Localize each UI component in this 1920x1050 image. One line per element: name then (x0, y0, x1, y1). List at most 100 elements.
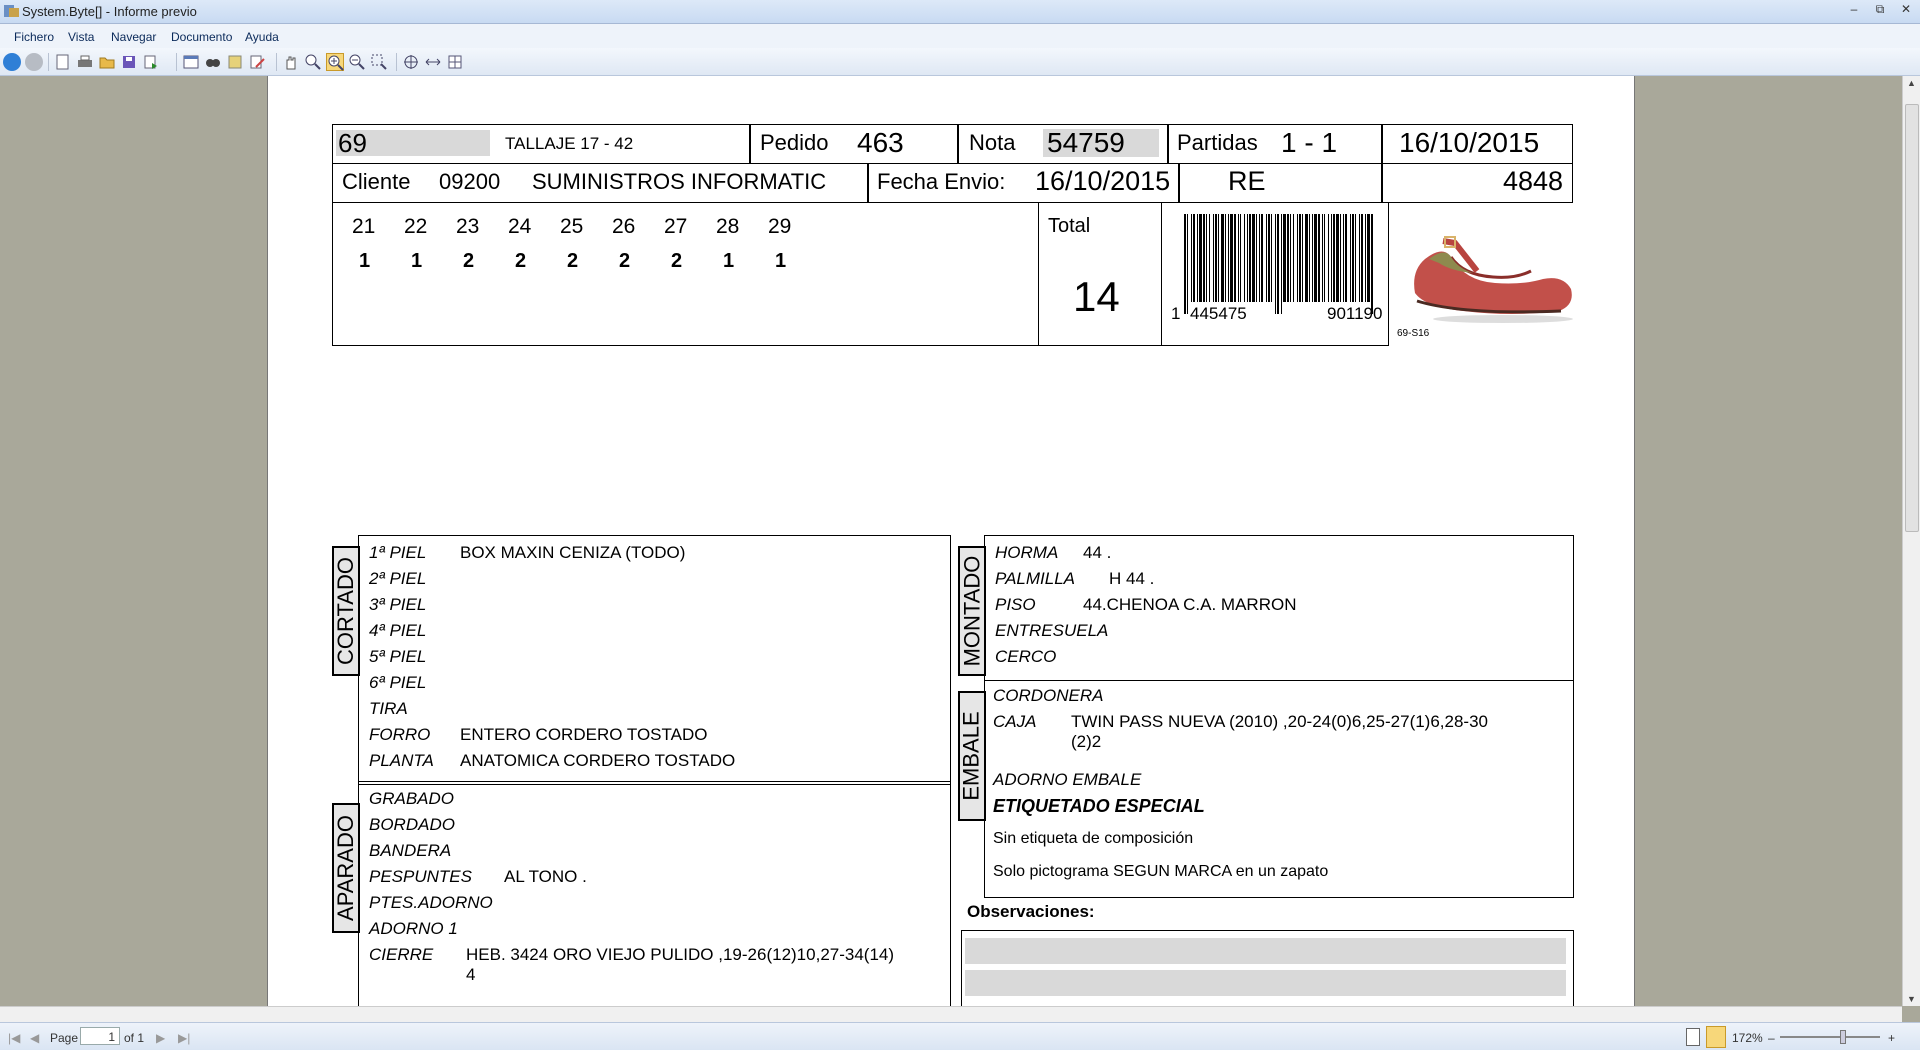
scrollbar-thumb[interactable] (1905, 104, 1919, 532)
continuous-view-icon[interactable] (1706, 1026, 1726, 1048)
zoom-in-button[interactable]: + (1888, 1031, 1895, 1045)
close-button[interactable]: ✕ (1898, 2, 1914, 17)
zoom-slider[interactable] (1780, 1036, 1880, 1038)
report-page: 69 TALLAJE 17 - 42 Pedido 463 Nota 54759… (267, 76, 1635, 1006)
menu-vista[interactable]: Vista (68, 30, 94, 44)
aparado-row-value: AL TONO . (504, 867, 587, 886)
barcode-bar (1230, 214, 1233, 302)
barcode-bar (1305, 214, 1308, 302)
barcode-bar (1371, 214, 1373, 314)
zoom-out-button[interactable]: – (1768, 1031, 1775, 1045)
aparado-tab: APARADO (332, 803, 360, 933)
barcode-bar (1193, 214, 1195, 302)
montado-tab: MONTADO (958, 546, 986, 676)
zoom-rect-icon[interactable] (370, 53, 388, 71)
size-label: 21 (352, 215, 376, 238)
back-icon[interactable] (3, 53, 21, 71)
hand-tool-icon[interactable] (282, 53, 300, 71)
size-label: 28 (716, 215, 740, 238)
menu-ayuda[interactable]: Ayuda (245, 30, 279, 44)
zoom-icon[interactable] (304, 53, 322, 71)
barcode-bar (1340, 214, 1341, 302)
size-label: 25 (560, 215, 584, 238)
multi-page-icon[interactable] (446, 53, 464, 71)
barcode-bar (1283, 214, 1286, 302)
export-icon[interactable] (142, 53, 160, 71)
observaciones-label: Observaciones: (967, 902, 1095, 921)
minimize-button[interactable]: – (1846, 2, 1862, 17)
fit-width-icon[interactable] (424, 53, 442, 71)
aparado-row-label: PESPUNTES (369, 867, 472, 886)
forward-icon[interactable] (25, 53, 43, 71)
aparado-row-label: GRABADO (369, 789, 455, 808)
barcode-bar (1234, 214, 1236, 302)
pedido-value: 463 (857, 127, 904, 158)
find-icon[interactable] (204, 53, 222, 71)
edit-icon[interactable] (248, 53, 266, 71)
cortado-row-label: 3ª PIEL (369, 595, 427, 614)
zoom-level: 172% (1732, 1031, 1763, 1045)
scroll-down-icon[interactable]: ▼ (1907, 994, 1916, 1004)
scroll-up-icon[interactable]: ▲ (1907, 78, 1916, 88)
zoom-out-icon[interactable] (348, 53, 366, 71)
next-page-icon[interactable]: ▶ (156, 1031, 165, 1045)
cordonera-label: CORDONERA (993, 686, 1104, 705)
save-icon[interactable] (120, 53, 138, 71)
barcode-bar (1203, 214, 1205, 302)
restore-button[interactable]: ⧉ (1872, 2, 1888, 17)
barcode-bar (1268, 214, 1270, 302)
page-of-label: of 1 (124, 1031, 145, 1045)
barcode-bar (1259, 214, 1260, 302)
print-icon[interactable] (76, 53, 94, 71)
menu-documento[interactable]: Documento (171, 30, 232, 44)
menu-bar: Fichero Vista Navegar Documento Ayuda (0, 24, 1920, 48)
fecha-envio-label: Fecha Envio: (877, 169, 1006, 194)
barcode-bar (1218, 214, 1219, 302)
cortado-row-label: PLANTA (369, 751, 434, 770)
fit-page-icon[interactable] (402, 53, 420, 71)
barcode-bar (1252, 214, 1255, 302)
page-setup-icon[interactable] (182, 53, 200, 71)
size-quantity: 2 (463, 250, 475, 272)
barcode-bar (1197, 214, 1198, 302)
barcode-icon (1184, 214, 1373, 314)
barcode-bar (1343, 214, 1344, 302)
barcode-bar (1309, 214, 1310, 302)
menu-navegar[interactable]: Navegar (111, 30, 156, 44)
barcode-bar (1297, 214, 1298, 302)
page-number-input[interactable]: 1 (80, 1027, 120, 1045)
barcode-bar (1271, 214, 1272, 302)
zoom-slider-thumb[interactable] (1840, 1030, 1846, 1044)
size-quantity: 1 (723, 250, 735, 272)
last-page-icon[interactable]: ▶| (178, 1031, 190, 1045)
barcode-bar (1302, 214, 1303, 302)
barcode-bar (1206, 214, 1207, 302)
barcode-left-digits: 445475 (1190, 304, 1247, 323)
vertical-scrollbar[interactable]: ▲ ▼ (1902, 76, 1920, 1006)
barcode-bar (1352, 214, 1354, 302)
montado-row-label: ENTRESUELA (995, 621, 1109, 640)
barcode-bar (1350, 214, 1351, 302)
prev-page-icon[interactable]: ◀ (30, 1031, 39, 1045)
size-quantity: 1 (775, 250, 787, 272)
cortado-row-label: TIRA (369, 699, 408, 718)
barcode-bar (1314, 214, 1317, 302)
cortado-row-label: FORRO (369, 725, 431, 744)
size-quantity: 1 (411, 250, 423, 272)
single-page-view-icon[interactable] (1686, 1028, 1700, 1046)
barcode-first-digit: 1 (1171, 304, 1181, 323)
aparado-row-label: ADORNO 1 (369, 919, 458, 938)
horizontal-scrollbar[interactable] (0, 1006, 1902, 1022)
size-label: 22 (404, 215, 428, 238)
refresh-icon[interactable] (226, 53, 244, 71)
aparado-row-label: PTES.ADORNO (369, 893, 493, 912)
first-page-icon[interactable]: |◀ (8, 1031, 20, 1045)
new-document-icon[interactable] (54, 53, 72, 71)
open-folder-icon[interactable] (98, 53, 116, 71)
re-value: RE (1228, 166, 1266, 196)
barcode-bar (1355, 214, 1356, 302)
menu-fichero[interactable]: Fichero (14, 30, 54, 44)
montado-row-label: HORMA (995, 543, 1059, 562)
zoom-in-icon[interactable] (326, 53, 344, 71)
montado-row-label: PISO (995, 595, 1036, 614)
